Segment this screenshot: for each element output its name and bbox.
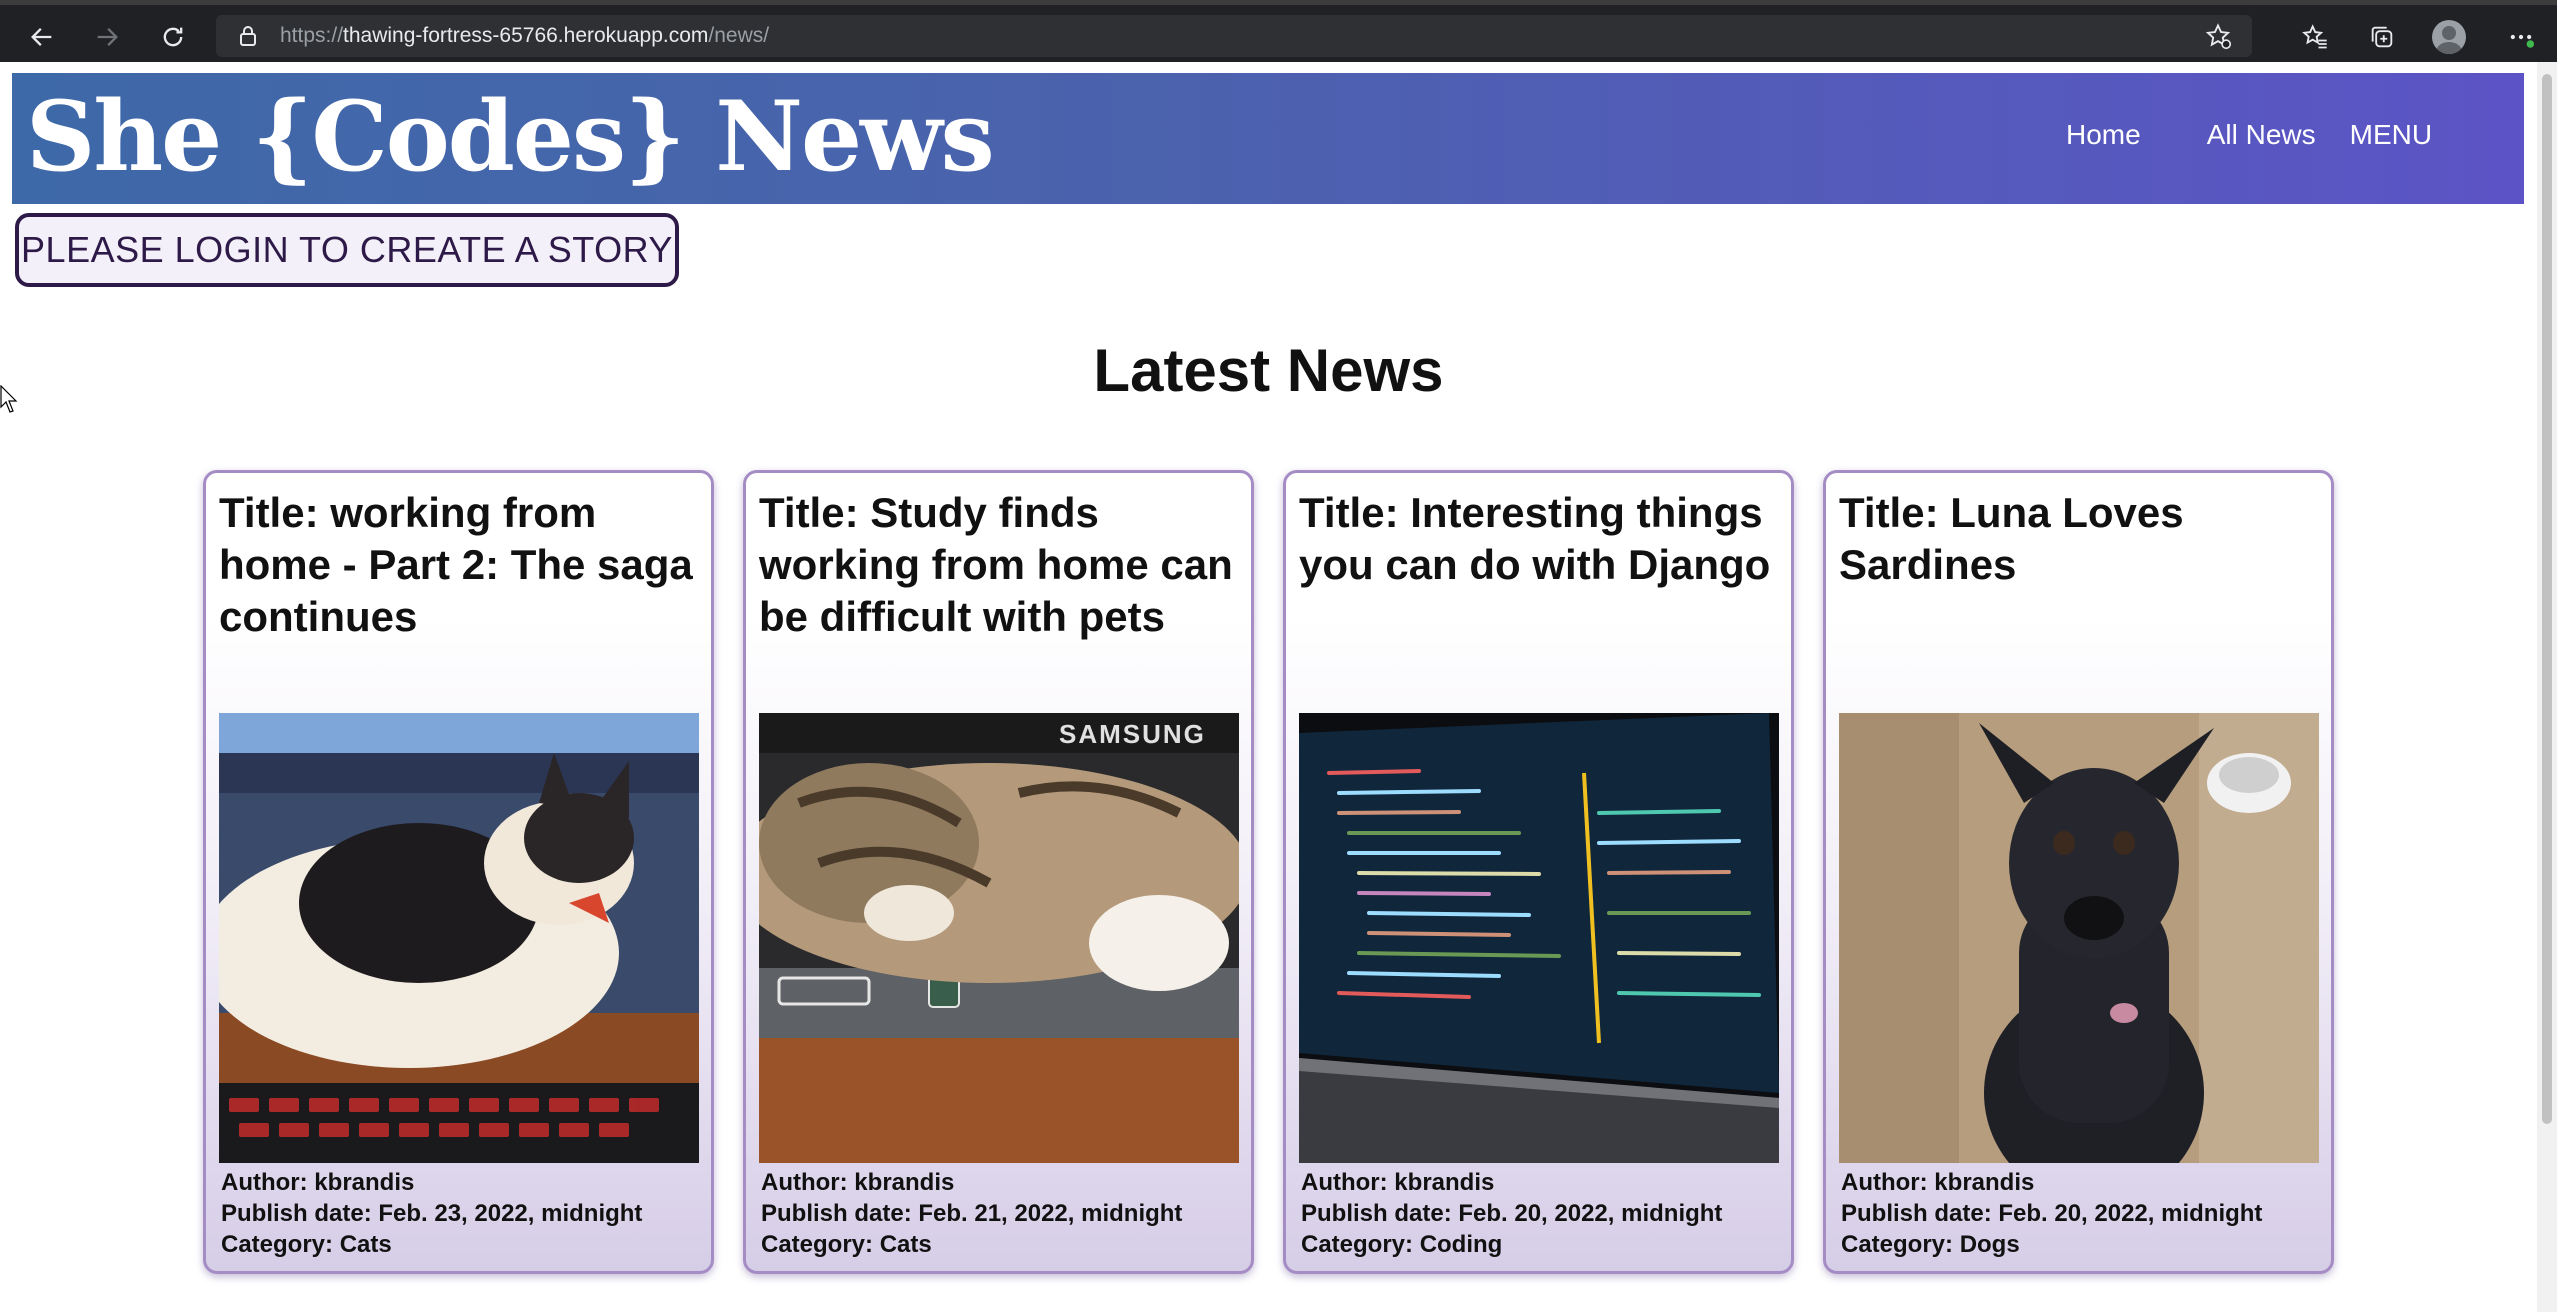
story-title[interactable]: Title: working from home - Part 2: The s… (219, 487, 699, 643)
nav-all-news-link[interactable]: All News (2207, 119, 2316, 151)
url-prefix: https:// (280, 24, 344, 47)
page-title: Latest News (1093, 337, 1444, 404)
story-card[interactable]: Title: Interesting things you can do wit… (1283, 470, 1794, 1274)
site-nav: Home All News MENU (2066, 119, 2432, 151)
story-card[interactable]: Title: working from home - Part 2: The s… (203, 470, 714, 1274)
url-host: thawing-fortress-65766.herokuapp.com (343, 24, 709, 47)
story-title[interactable]: Title: Interesting things you can do wit… (1299, 487, 1779, 591)
story-card[interactable]: Title: Study finds working from home can… (743, 470, 1254, 1274)
mouse-cursor-icon (0, 385, 18, 413)
story-publish-date: Publish date: Feb. 20, 2022, midnight (1301, 1200, 1723, 1227)
site-header: She {Codes} News Home All News MENU (12, 73, 2524, 204)
black-dog-image (1839, 713, 2319, 1163)
address-bar[interactable]: https://thawing-fortress-65766.herokuapp… (216, 15, 2252, 57)
story-category: Category: Cats (221, 1231, 392, 1258)
site-logo[interactable]: She {Codes} News (26, 81, 995, 193)
star-add-icon[interactable] (2204, 22, 2232, 50)
story-category: Category: Cats (761, 1231, 932, 1258)
story-title[interactable]: Title: Luna Loves Sardines (1839, 487, 2319, 591)
story-title[interactable]: Title: Study finds working from home can… (759, 487, 1239, 643)
story-publish-date: Publish date: Feb. 21, 2022, midnight (761, 1200, 1183, 1227)
story-meta: Author: kbrandis Publish date: Feb. 21, … (761, 1167, 1182, 1260)
forward-arrow-icon[interactable] (87, 17, 127, 57)
story-card[interactable]: Title: Luna Loves Sardines Author: kbran… (1823, 470, 2334, 1274)
collections-icon[interactable] (2364, 19, 2400, 55)
story-publish-date: Publish date: Feb. 23, 2022, midnight (221, 1200, 643, 1227)
story-image[interactable] (219, 713, 699, 1163)
story-meta: Author: kbrandis Publish date: Feb. 20, … (1301, 1167, 1722, 1260)
nav-menu-button[interactable]: MENU (2350, 119, 2432, 151)
profile-icon[interactable] (2432, 20, 2466, 54)
story-publish-date: Publish date: Feb. 20, 2022, midnight (1841, 1200, 2263, 1227)
story-category: Category: Dogs (1841, 1231, 2020, 1258)
lock-icon (240, 26, 256, 46)
story-image[interactable]: SAMSUNG (759, 713, 1239, 1163)
url-text: https://thawing-fortress-65766.herokuapp… (280, 24, 769, 48)
nav-home-link[interactable]: Home (2066, 119, 2141, 151)
laptop-brand-text: SAMSUNG (1059, 719, 1206, 749)
url-path: /news/ (708, 24, 770, 47)
refresh-icon[interactable] (153, 17, 193, 57)
more-icon[interactable] (2503, 19, 2539, 55)
story-image[interactable] (1839, 713, 2319, 1163)
back-arrow-icon[interactable] (22, 17, 62, 57)
page-scrollbar[interactable] (2537, 62, 2557, 1312)
code-on-laptop-image (1299, 713, 1779, 1163)
story-meta: Author: kbrandis Publish date: Feb. 23, … (221, 1167, 642, 1260)
cat-on-laptop-image: SAMSUNG (759, 713, 1239, 1163)
story-author: Author: kbrandis (761, 1169, 955, 1196)
story-meta: Author: kbrandis Publish date: Feb. 20, … (1841, 1167, 2262, 1260)
favorites-icon[interactable] (2297, 19, 2333, 55)
login-to-create-story-button[interactable]: PLEASE LOGIN TO CREATE A STORY (15, 213, 679, 287)
browser-toolbar: https://thawing-fortress-65766.herokuapp… (0, 0, 2557, 62)
story-author: Author: kbrandis (1301, 1169, 1495, 1196)
scrollbar-thumb[interactable] (2542, 74, 2552, 1124)
story-author: Author: kbrandis (221, 1169, 415, 1196)
story-image[interactable] (1299, 713, 1779, 1163)
story-author: Author: kbrandis (1841, 1169, 2035, 1196)
cat-on-keyboard-image (219, 713, 699, 1163)
story-category: Category: Coding (1301, 1231, 1503, 1258)
